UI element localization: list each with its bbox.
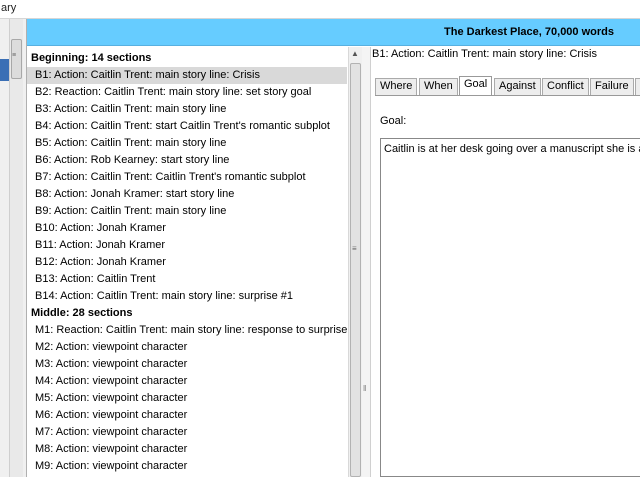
document-title: The Darkest Place, 70,000 words (444, 26, 614, 38)
sidebar-scrollbar[interactable]: ≡ (9, 19, 23, 477)
section-list-item[interactable]: B1: Action: Caitlin Trent: main story li… (27, 67, 347, 84)
section-list-item[interactable]: M1: Reaction: Caitlin Trent: main story … (27, 322, 360, 339)
tab-where[interactable]: Where (375, 78, 418, 95)
tab-failure[interactable]: Failure (590, 78, 634, 95)
section-list-item[interactable]: B13: Action: Caitlin Trent (27, 271, 347, 288)
scroll-up-arrow-icon[interactable]: ▲ (351, 49, 359, 58)
section-list-item[interactable]: B9: Action: Caitlin Trent: main story li… (27, 203, 347, 220)
sidebar-scroll-thumb[interactable] (11, 39, 22, 79)
section-list-item[interactable]: B11: Action: Jonah Kramer (27, 237, 347, 254)
document-title-bar: The Darkest Place, 70,000 words (27, 19, 640, 46)
section-list-item[interactable]: M4: Action: viewpoint character (27, 373, 347, 390)
section-list-item[interactable]: B8: Action: Jonah Kramer: start story li… (27, 186, 347, 203)
outline-scrollbar[interactable]: ▲ ≡ (348, 47, 362, 477)
section-outline-list[interactable]: Beginning: 14 sections B1: Action: Caitli… (27, 47, 361, 477)
tab-m[interactable]: M (635, 78, 640, 95)
section-list-item[interactable]: M8: Action: viewpoint character (27, 441, 347, 458)
section-list-item[interactable]: M7: Action: viewpoint character (27, 424, 347, 441)
section-group-header[interactable]: Middle: 28 sections (27, 305, 347, 322)
grip-icon: ≡ (352, 244, 357, 253)
outline-scroll-thumb[interactable] (350, 63, 361, 477)
goal-text-area[interactable]: Caitlin is at her desk going over a manu… (380, 138, 640, 477)
section-list-item[interactable]: B7: Action: Caitlin Trent: Caitlin Trent… (27, 169, 347, 186)
section-list-item[interactable]: M6: Action: viewpoint character (27, 407, 347, 424)
section-list-item[interactable]: B5: Action: Caitlin Trent: main story li… (27, 135, 347, 152)
section-list-item[interactable]: M2: Action: viewpoint character (27, 339, 347, 356)
grip-icon: ≡ (12, 52, 17, 59)
tab-divider (375, 95, 640, 96)
section-list-item[interactable]: B4: Action: Caitlin Trent: start Caitlin… (27, 118, 347, 135)
section-list-item[interactable]: B10: Action: Jonah Kramer (27, 220, 347, 237)
section-list-item[interactable]: B14: Action: Caitlin Trent: main story l… (27, 288, 347, 305)
section-detail-pane: B1: Action: Caitlin Trent: main story li… (371, 47, 640, 477)
section-list-item[interactable]: M3: Action: viewpoint character (27, 356, 347, 373)
section-heading: B1: Action: Caitlin Trent: main story li… (372, 48, 597, 60)
menu-item-partial[interactable]: ary (1, 2, 16, 14)
tab-goal[interactable]: Goal (459, 76, 493, 95)
tab-against[interactable]: Against (494, 78, 541, 95)
sidebar-selection-marker[interactable] (0, 59, 9, 81)
section-list-item[interactable]: B2: Reaction: Caitlin Trent: main story … (27, 84, 347, 101)
section-group-header[interactable]: Beginning: 14 sections (27, 50, 347, 67)
section-list-item[interactable]: B12: Action: Jonah Kramer (27, 254, 347, 271)
section-list-item[interactable]: B6: Action: Rob Kearney: start story lin… (27, 152, 347, 169)
section-list-item[interactable]: B3: Action: Caitlin Trent: main story li… (27, 101, 347, 118)
tab-conflict[interactable]: Conflict (542, 78, 589, 95)
section-list-item[interactable]: M5: Action: viewpoint character (27, 390, 347, 407)
left-sidebar-strip: ≡ (0, 19, 27, 477)
menu-bar: ary (0, 0, 640, 19)
tab-when[interactable]: When (419, 78, 458, 95)
grip-icon: ‖ (363, 384, 367, 393)
goal-label: Goal: (380, 115, 407, 127)
section-list-item[interactable]: M9: Action: viewpoint character (27, 458, 347, 475)
pane-splitter[interactable]: ‖ (362, 47, 371, 477)
